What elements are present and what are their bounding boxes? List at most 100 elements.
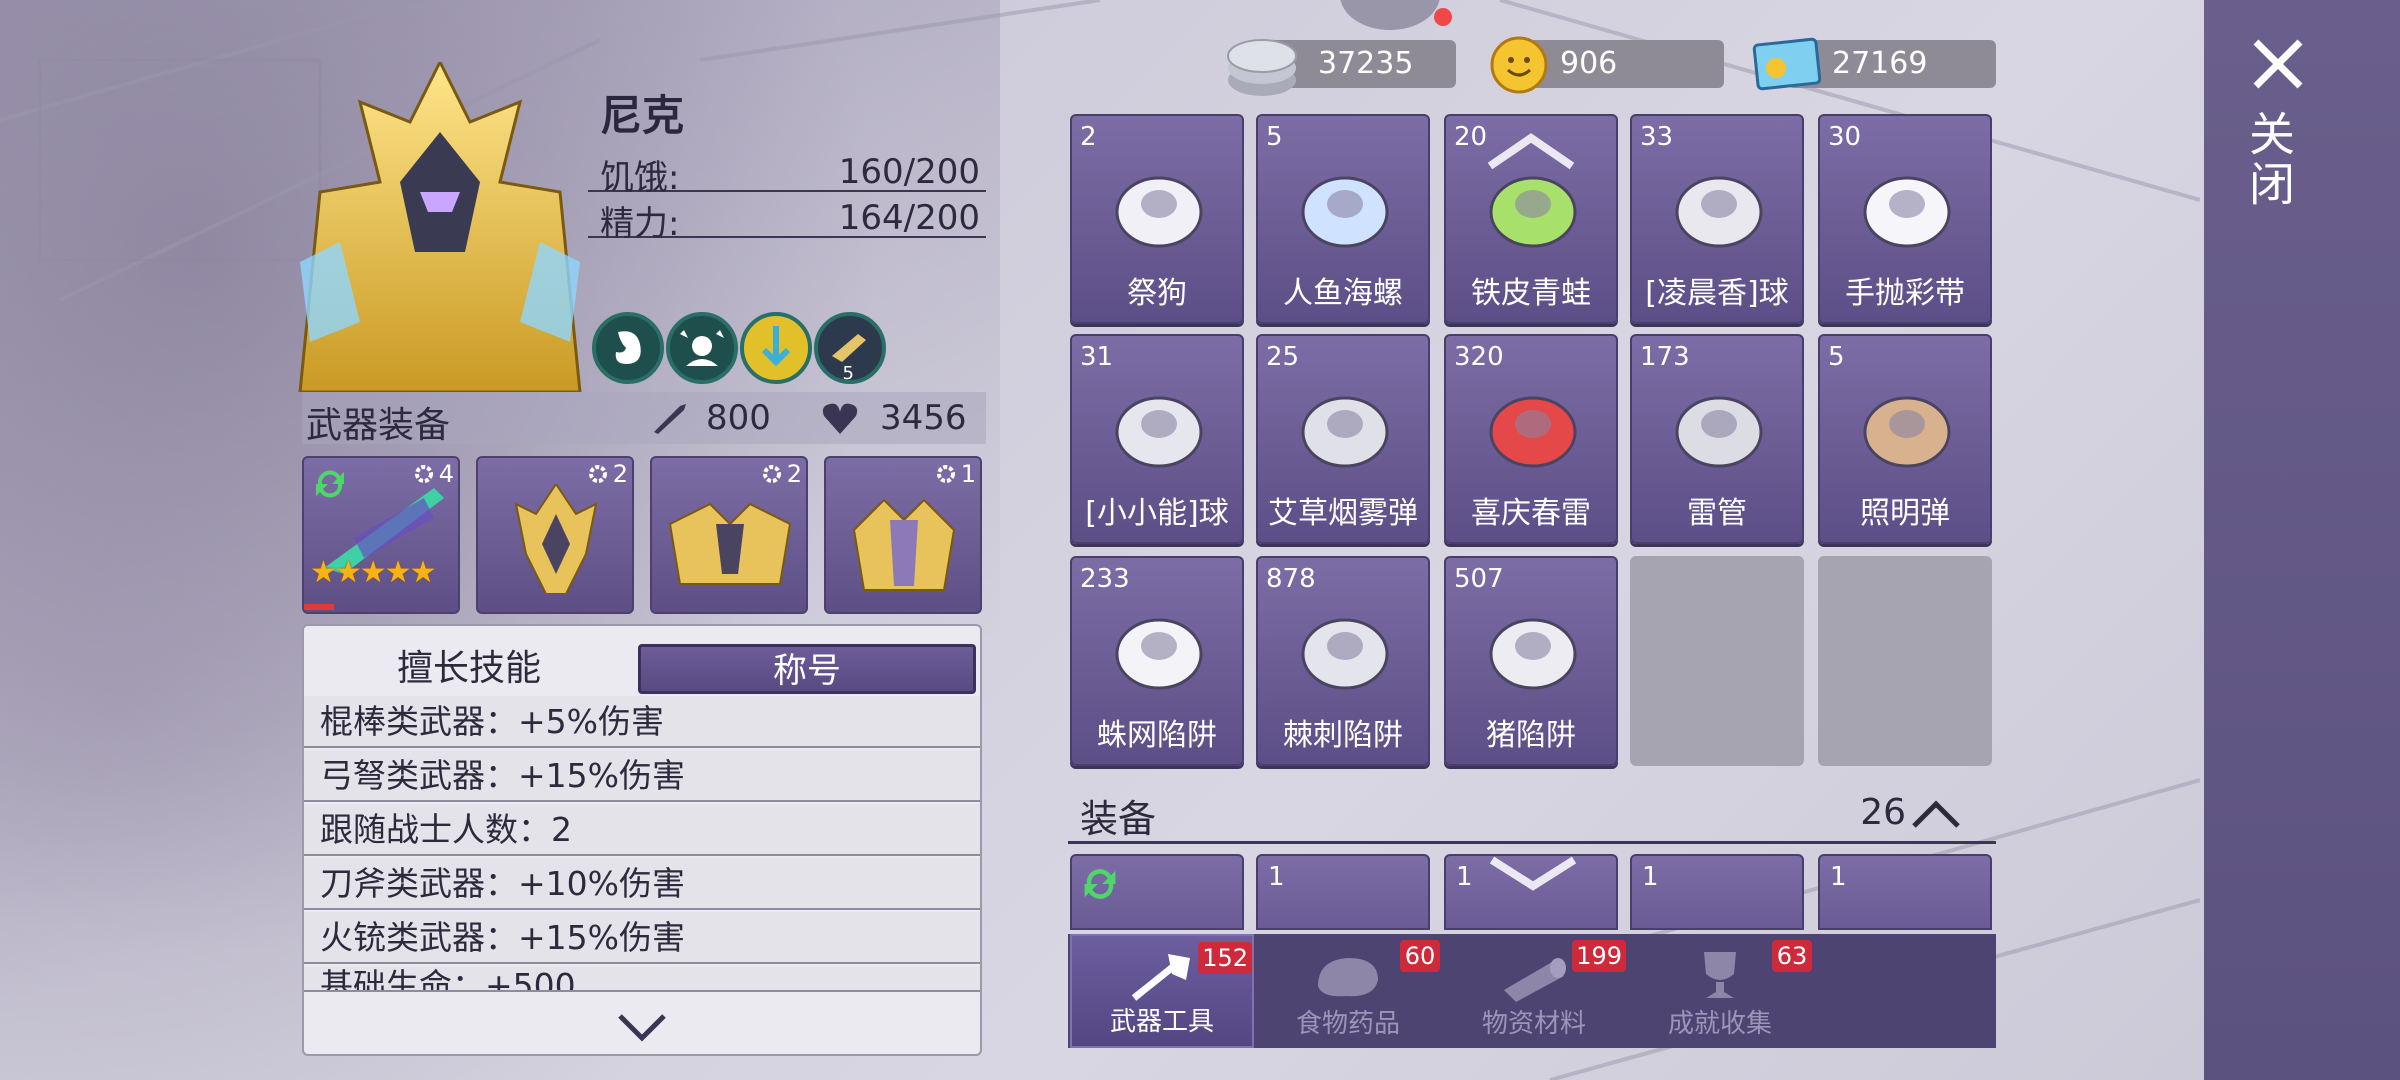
equipment-item[interactable]: 1: [1630, 854, 1804, 930]
attack-value: 800: [706, 398, 771, 438]
item-art-icon: [1301, 618, 1389, 690]
equip-slot-armor[interactable]: 2: [650, 456, 808, 614]
inventory-item[interactable]: 25 艾草烟雾弹: [1256, 334, 1430, 544]
sparkle-status-icon[interactable]: [666, 312, 738, 384]
empty-item-slot: [1630, 556, 1804, 766]
chevron-down-icon[interactable]: [614, 1010, 670, 1044]
gear-icon: [937, 465, 955, 483]
notification-dot: [1434, 8, 1452, 26]
hunger-stat: 饥饿: 160/200: [588, 148, 986, 198]
tab-badge: 152: [1198, 942, 1252, 974]
skill-row: 刀斧类武器：+10%伤害: [304, 858, 980, 910]
ticket-value: 27169: [1832, 46, 1928, 81]
inventory-item[interactable]: 30 手抛彩带: [1818, 114, 1992, 324]
item-art-icon: [1115, 176, 1203, 248]
empty-item-slot: [1818, 556, 1992, 766]
item-name: [小小能]球: [1085, 496, 1229, 531]
close-icon[interactable]: [2248, 38, 2308, 90]
equipment-item[interactable]: 1: [1444, 854, 1618, 930]
chevron-up-icon[interactable]: [1910, 798, 1962, 830]
item-name: 照明弹: [1860, 496, 1950, 531]
inventory-item[interactable]: 33 [凌晨香]球: [1630, 114, 1804, 324]
chevron-up-icon: [1487, 133, 1575, 170]
energy-label: 精力:: [600, 204, 680, 244]
energy-value: 164/200: [838, 198, 980, 238]
item-art-icon: [1489, 396, 1577, 468]
item-art-icon: [1301, 176, 1389, 248]
slot-level: 2: [786, 460, 802, 488]
tab-titles[interactable]: 称号: [638, 644, 976, 694]
gold-coin-icon: [1490, 36, 1548, 94]
item-art-icon: [1863, 396, 1951, 468]
inventory-item[interactable]: 233 蛛网陷阱: [1070, 556, 1244, 766]
item-name: 手抛彩带: [1845, 276, 1965, 311]
tab-label: 物资材料: [1481, 1009, 1586, 1039]
weapon-equipment-header: 武器装备 800 3456: [302, 392, 986, 446]
tab-materials[interactable]: 199 物资材料: [1442, 934, 1626, 1048]
tab-achievements[interactable]: 63 成就收集: [1628, 934, 1812, 1048]
sword-icon: [654, 404, 686, 434]
tab-skills[interactable]: 擅长技能: [304, 644, 634, 694]
skill-row: 跟随战士人数：2: [304, 804, 980, 856]
item-art-icon: [1301, 396, 1389, 468]
hunger-label: 饥饿:: [600, 158, 680, 198]
skill-row: 弓弩类武器：+15%伤害: [304, 750, 980, 802]
skill-row: 火铳类武器：+15%伤害: [304, 912, 980, 964]
inventory-item[interactable]: 5 人鱼海螺: [1256, 114, 1430, 324]
item-count: 1: [1830, 862, 1847, 892]
gold-value: 906: [1560, 46, 1618, 81]
weapon-buff-status-icon[interactable]: 5: [814, 312, 886, 384]
tab-badge: 60: [1400, 940, 1440, 972]
equipment-item[interactable]: 1: [1256, 854, 1430, 930]
refresh-icon: [1084, 869, 1116, 899]
rating-stars: ★★★★★: [310, 555, 436, 590]
slot-level: 1: [960, 460, 976, 488]
item-art-icon: [1863, 176, 1951, 248]
health-value: 3456: [880, 398, 967, 438]
hunger-value: 160/200: [838, 152, 980, 192]
skills-panel: 擅长技能 称号 棍棒类武器：+5%伤害 弓弩类武器：+15%伤害 跟随战士人数：…: [302, 624, 982, 1056]
helmet-art: [514, 484, 598, 594]
durability-bar: [304, 604, 334, 610]
item-name: 喜庆春雷: [1471, 496, 1591, 531]
character-name: 尼克: [600, 91, 685, 140]
close-label[interactable]: 关闭: [2242, 110, 2302, 210]
equipment-section-header[interactable]: 装备 26: [1068, 782, 1996, 844]
item-art-icon: [1675, 396, 1763, 468]
item-name: 猪陷阱: [1486, 718, 1576, 753]
item-name: 雷管: [1687, 496, 1747, 531]
item-name: [凌晨香]球: [1645, 276, 1789, 311]
item-name: 艾草烟雾弹: [1268, 496, 1418, 531]
equipment-item[interactable]: 1: [1818, 854, 1992, 930]
inventory-item[interactable]: 878 棘刺陷阱: [1256, 556, 1430, 766]
equipment-title: 武器装备: [306, 405, 451, 446]
item-name: 人鱼海螺: [1283, 276, 1403, 311]
inventory-item[interactable]: 2 祭狗: [1070, 114, 1244, 324]
slot-level: 2: [612, 460, 628, 488]
equipment-section-count: 26: [1860, 792, 1906, 833]
energy-status-icon[interactable]: [740, 312, 812, 384]
tab-food-medicine[interactable]: 60 食物药品: [1256, 934, 1440, 1048]
equipment-section-title: 装备: [1080, 797, 1157, 841]
inventory-item[interactable]: 507 猪陷阱: [1444, 556, 1618, 766]
inventory-item[interactable]: 5 照明弹: [1818, 334, 1992, 544]
heart-icon: [822, 403, 858, 434]
meat-icon: [1318, 958, 1378, 997]
equip-slot-chest[interactable]: 1: [824, 456, 982, 614]
close-sidebar[interactable]: [2204, 0, 2400, 1080]
tab-label: 成就收集: [1667, 1009, 1772, 1039]
equipment-item[interactable]: [1070, 854, 1244, 930]
tab-weapons-tools[interactable]: 152 武器工具: [1070, 934, 1254, 1048]
ticket-icon: [1752, 37, 1822, 91]
inventory-item[interactable]: 320 喜庆春雷: [1444, 334, 1618, 544]
item-count: 2: [1080, 122, 1097, 152]
equip-slot-weapon[interactable]: 4 ★★★★★: [302, 456, 460, 614]
equip-slot-helmet[interactable]: 2: [476, 456, 634, 614]
tab-label: 武器工具: [1109, 1007, 1214, 1037]
axe-icon: [1131, 954, 1190, 1001]
item-count: 5: [1266, 122, 1283, 152]
log-icon: [1504, 958, 1566, 1002]
stomach-status-icon[interactable]: [592, 312, 664, 384]
inventory-item[interactable]: 173 雷管: [1630, 334, 1804, 544]
inventory-item[interactable]: 31 [小小能]球: [1070, 334, 1244, 544]
